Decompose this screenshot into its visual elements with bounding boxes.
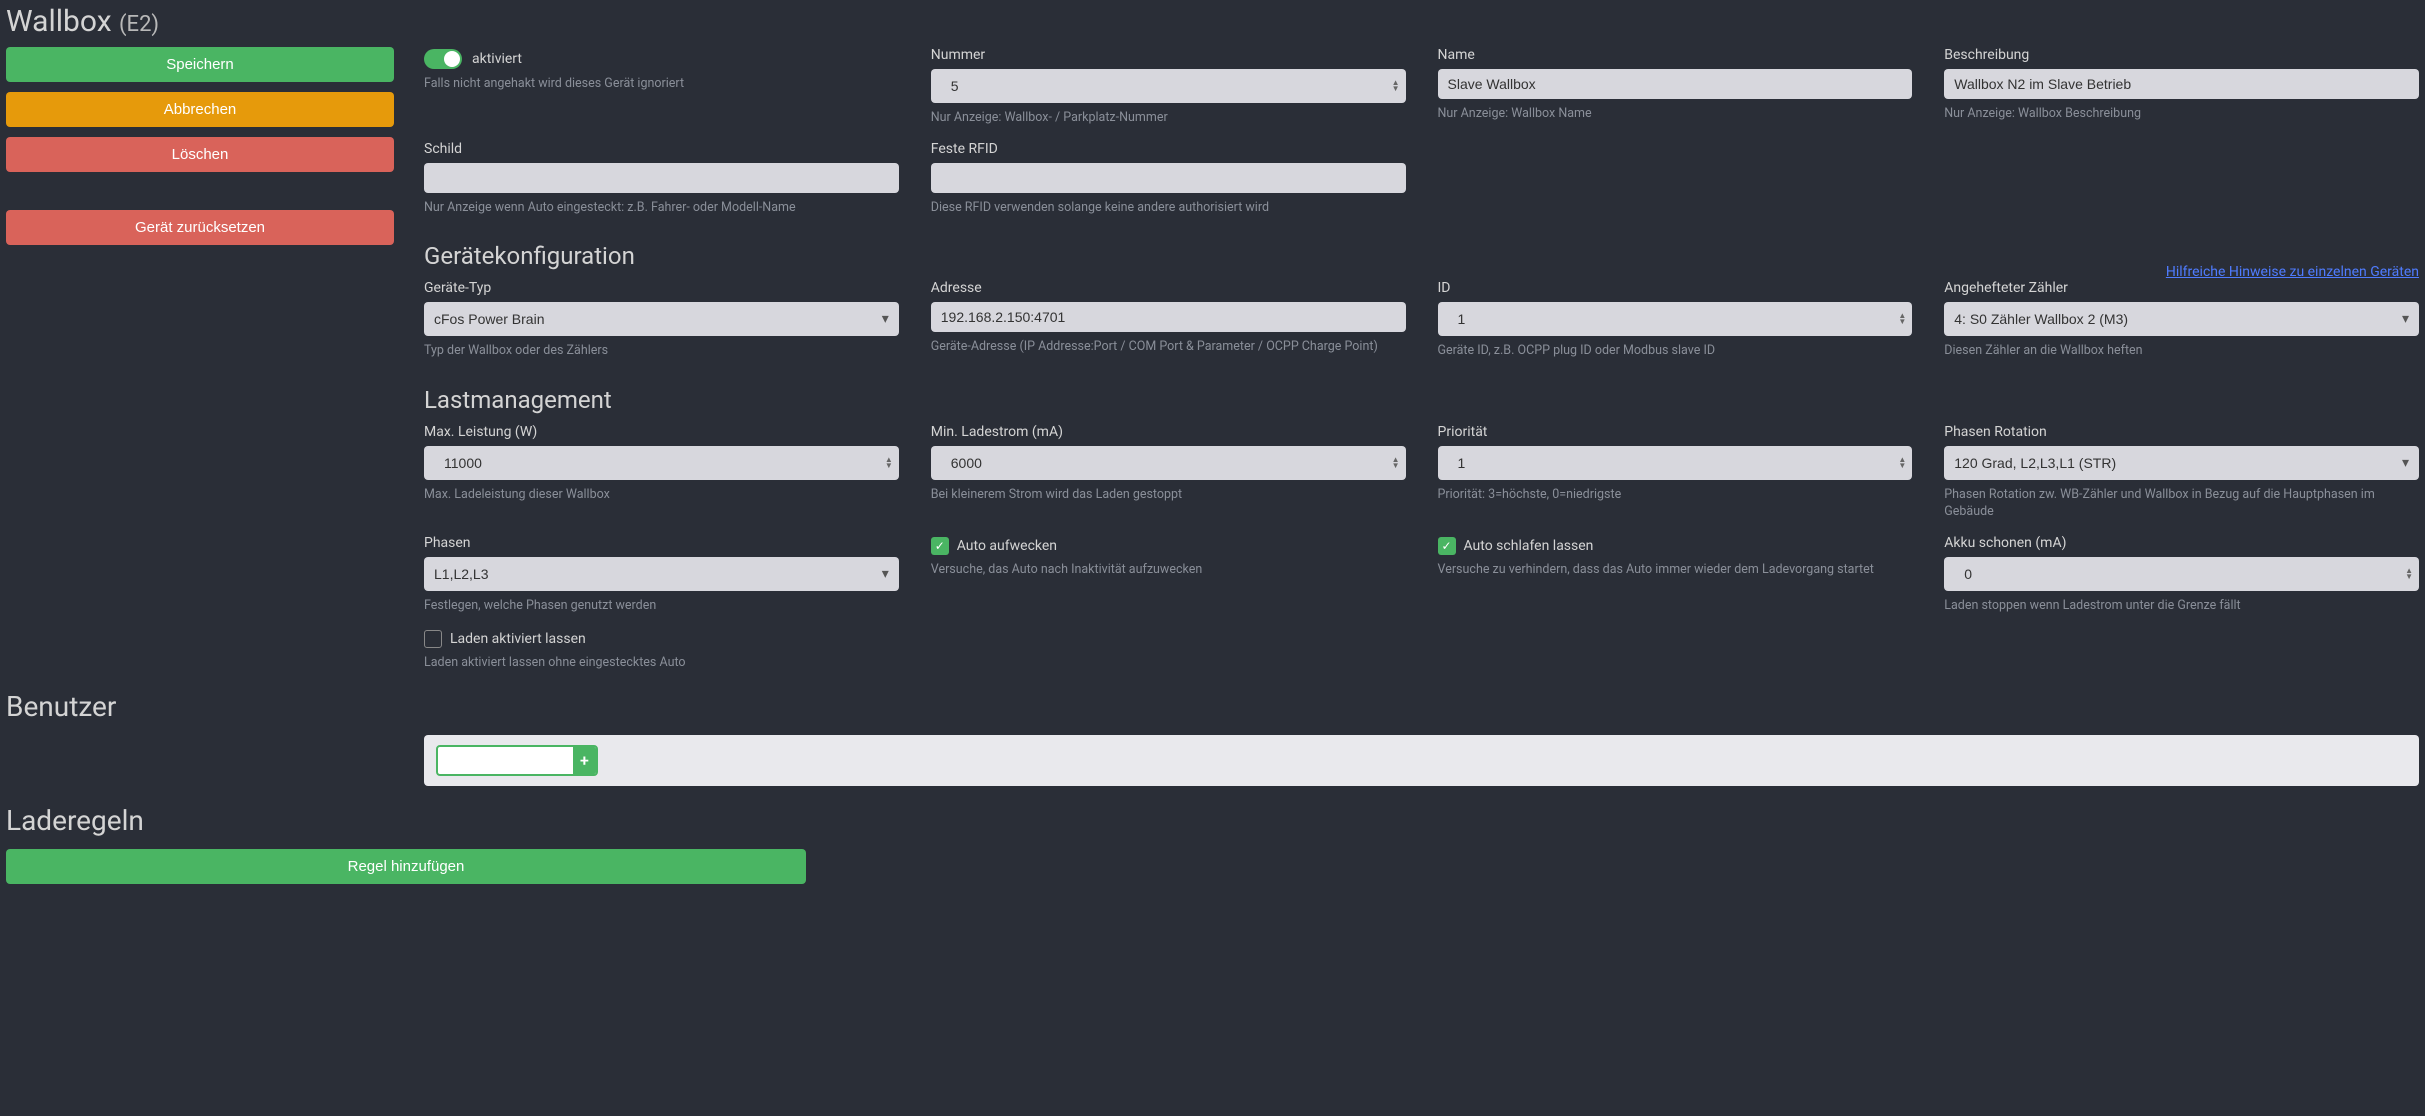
rfid-help: Diese RFID verwenden solange keine ander… [931,199,1406,217]
user-heading: Benutzer [6,690,2419,723]
wake-checkbox[interactable]: ✓ [931,537,949,555]
name-label: Name [1438,47,1913,63]
name-help: Nur Anzeige: Wallbox Name [1438,105,1913,123]
number-label: Nummer [931,47,1406,63]
rfid-label: Feste RFID [931,141,1406,157]
maxpower-label: Max. Leistung (W) [424,424,899,440]
save-button[interactable]: Speichern [6,47,394,82]
rot-label: Phasen Rotation [1944,424,2419,440]
id-label: ID [1438,280,1913,296]
maxpower-input[interactable]: ▲▼ [424,446,899,480]
activated-label: aktiviert [472,51,522,67]
phases-help: Festlegen, welche Phasen genutzt werden [424,597,899,615]
akku-input[interactable]: ▲▼ [1944,557,2419,591]
device-hints-link[interactable]: Hilfreiche Hinweise zu einzelnen Geräten [2166,264,2419,280]
sleep-checkbox[interactable]: ✓ [1438,537,1456,555]
id-help: Geräte ID, z.B. OCPP plug ID oder Modbus… [1438,342,1913,360]
schild-input[interactable] [424,163,899,193]
keep-label: Laden aktiviert lassen [450,631,586,647]
prio-help: Priorität: 3=höchste, 0=niedrigste [1438,486,1913,504]
prio-input[interactable]: ▲▼ [1438,446,1913,480]
phases-select[interactable]: L1,L2,L3 [424,557,899,591]
desc-help: Nur Anzeige: Wallbox Beschreibung [1944,105,2419,123]
keep-help: Laden aktiviert lassen ohne eingesteckte… [424,654,899,672]
type-label: Geräte-Typ [424,280,899,296]
id-input[interactable]: ▲▼ [1438,302,1913,336]
page-title: Wallbox (E2) [6,4,2419,39]
add-user-button[interactable]: + [573,747,596,774]
device-config-heading: Gerätekonfiguration [424,242,635,270]
sleep-help: Versuche zu verhindern, dass das Auto im… [1438,561,1913,579]
name-input[interactable] [1438,69,1913,99]
akku-label: Akku schonen (mA) [1944,535,2419,551]
add-user-input[interactable] [438,748,573,772]
cancel-button[interactable]: Abbrechen [6,92,394,127]
sleep-label: Auto schlafen lassen [1464,538,1594,554]
type-select[interactable]: cFos Power Brain [424,302,899,336]
load-mgmt-heading: Lastmanagement [424,386,2419,414]
akku-help: Laden stoppen wenn Ladestrom unter die G… [1944,597,2419,615]
address-help: Geräte-Adresse (IP Addresse:Port / COM P… [931,338,1406,356]
user-panel: + [424,735,2419,786]
title-sub: (E2) [119,12,159,37]
activated-help: Falls nicht angehakt wird dieses Gerät i… [424,75,899,93]
wake-help: Versuche, das Auto nach Inaktivität aufz… [931,561,1406,579]
add-user-control: + [436,745,598,776]
prio-label: Priorität [1438,424,1913,440]
desc-input[interactable] [1944,69,2419,99]
mincur-label: Min. Ladestrom (mA) [931,424,1406,440]
number-help: Nur Anzeige: Wallbox- / Parkplatz-Nummer [931,109,1406,127]
number-input[interactable]: ▲▼ [931,69,1406,103]
mincur-input[interactable]: ▲▼ [931,446,1406,480]
address-label: Adresse [931,280,1406,296]
reset-device-button[interactable]: Gerät zurücksetzen [6,210,394,245]
wake-label: Auto aufwecken [957,538,1057,554]
meter-help: Diesen Zähler an die Wallbox heften [1944,342,2419,360]
rot-select[interactable]: 120 Grad, L2,L3,L1 (STR) [1944,446,2419,480]
action-sidebar: Speichern Abbrechen Löschen Gerät zurück… [6,47,394,672]
address-input[interactable] [931,302,1406,332]
rfid-input[interactable] [931,163,1406,193]
meter-label: Angehefteter Zähler [1944,280,2419,296]
activated-field: aktiviert Falls nicht angehakt wird dies… [424,47,899,93]
schild-help: Nur Anzeige wenn Auto eingesteckt: z.B. … [424,199,899,217]
keep-charging-checkbox[interactable] [424,630,442,648]
rules-heading: Laderegeln [6,804,2419,837]
delete-button[interactable]: Löschen [6,137,394,172]
title-main: Wallbox [6,4,112,39]
phases-label: Phasen [424,535,899,551]
meter-select[interactable]: 4: S0 Zähler Wallbox 2 (M3) [1944,302,2419,336]
desc-label: Beschreibung [1944,47,2419,63]
maxpower-help: Max. Ladeleistung dieser Wallbox [424,486,899,504]
activated-toggle[interactable] [424,49,462,69]
rot-help: Phasen Rotation zw. WB-Zähler und Wallbo… [1944,486,2419,521]
add-rule-button[interactable]: Regel hinzufügen [6,849,806,884]
type-help: Typ der Wallbox oder des Zählers [424,342,899,360]
schild-label: Schild [424,141,899,157]
mincur-help: Bei kleinerem Strom wird das Laden gesto… [931,486,1406,504]
